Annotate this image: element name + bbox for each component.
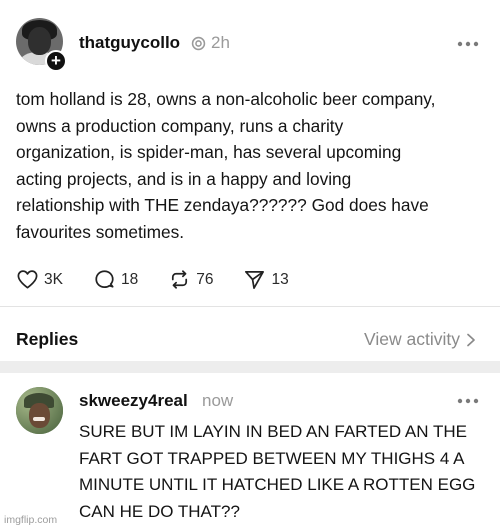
post-actions: 3K 18 76 13 xyxy=(16,268,319,291)
post-meta: 2h xyxy=(190,33,230,53)
view-activity-label: View activity xyxy=(364,329,460,349)
reply-text: SURE BUT IM LAYIN IN BED AN FARTED AN TH… xyxy=(79,422,476,522)
repost-count: 76 xyxy=(196,270,214,288)
follow-plus-icon[interactable]: + xyxy=(45,50,67,72)
more-dots-icon[interactable] xyxy=(457,398,479,404)
reply-avatar[interactable] xyxy=(16,387,63,434)
comment-bubble-icon xyxy=(95,270,114,289)
heart-icon xyxy=(17,270,38,289)
like-button[interactable]: 3K xyxy=(16,268,63,291)
verified-badge-icon xyxy=(191,36,206,50)
watermark: imgflip.com xyxy=(4,514,58,526)
divider xyxy=(0,306,500,307)
send-icon xyxy=(245,270,265,289)
repost-icon xyxy=(172,270,188,289)
share-count: 13 xyxy=(271,270,289,288)
reply-username[interactable]: skweezy4real xyxy=(79,391,188,411)
post: + thatguycollo 2h tom holland is 28, own… xyxy=(0,0,500,305)
reply-time: now xyxy=(202,391,234,410)
more-dots-icon[interactable] xyxy=(457,41,479,47)
comment-button[interactable]: 18 xyxy=(93,268,138,291)
post-username[interactable]: thatguycollo xyxy=(79,33,180,53)
view-activity-link[interactable]: View activity xyxy=(364,329,476,350)
repost-button[interactable]: 76 xyxy=(168,268,213,291)
replies-header: Replies View activity xyxy=(0,320,500,360)
replies-label: Replies xyxy=(16,329,79,349)
share-button[interactable]: 13 xyxy=(243,268,289,291)
post-time: 2h xyxy=(211,33,230,52)
reply: skweezy4real now SURE BUT IM LAYIN IN BE… xyxy=(0,373,500,530)
section-separator xyxy=(0,361,500,373)
post-text: tom holland is 28, owns a non-alcoholic … xyxy=(16,89,436,242)
comment-count: 18 xyxy=(120,270,139,288)
chevron-right-icon xyxy=(467,333,475,346)
like-count: 3K xyxy=(44,270,63,288)
